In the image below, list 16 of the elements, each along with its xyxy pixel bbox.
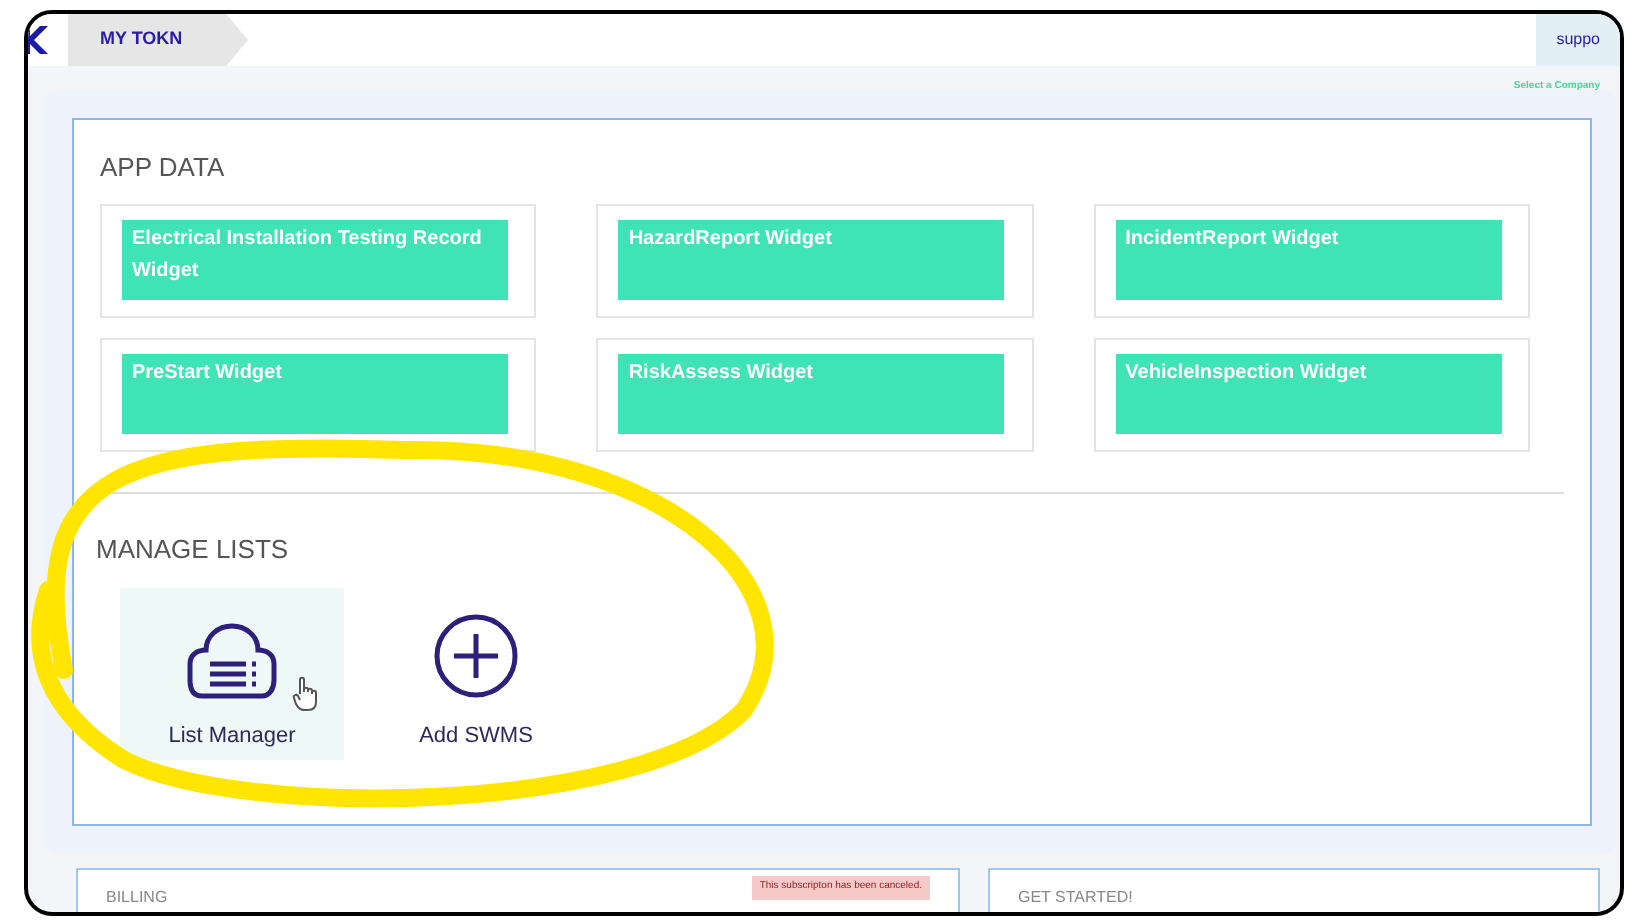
- hand-cursor-icon: [292, 676, 320, 712]
- widget-button[interactable]: Electrical Installation Testing Record Widget: [122, 219, 508, 299]
- get-started-heading: GET STARTED!: [1018, 886, 1133, 910]
- widget-button[interactable]: VehicleInspection Widget: [1115, 353, 1502, 433]
- widget-button[interactable]: HazardReport Widget: [618, 219, 1005, 299]
- billing-heading: BILLING: [106, 886, 168, 910]
- widget-button[interactable]: PreStart Widget: [122, 353, 508, 433]
- section-title: APP DATA: [100, 150, 227, 186]
- support-link[interactable]: suppo: [1536, 14, 1620, 66]
- logo-icon: [28, 26, 48, 54]
- plus-circle-icon: [432, 611, 520, 699]
- widget-button[interactable]: IncidentReport Widget: [1115, 219, 1502, 299]
- cloud-list-icon: [186, 619, 278, 699]
- widget-button[interactable]: RiskAssess Widget: [618, 353, 1005, 433]
- list-tile[interactable]: List Manager: [120, 588, 344, 760]
- section-title: MANAGE LISTS: [96, 531, 291, 567]
